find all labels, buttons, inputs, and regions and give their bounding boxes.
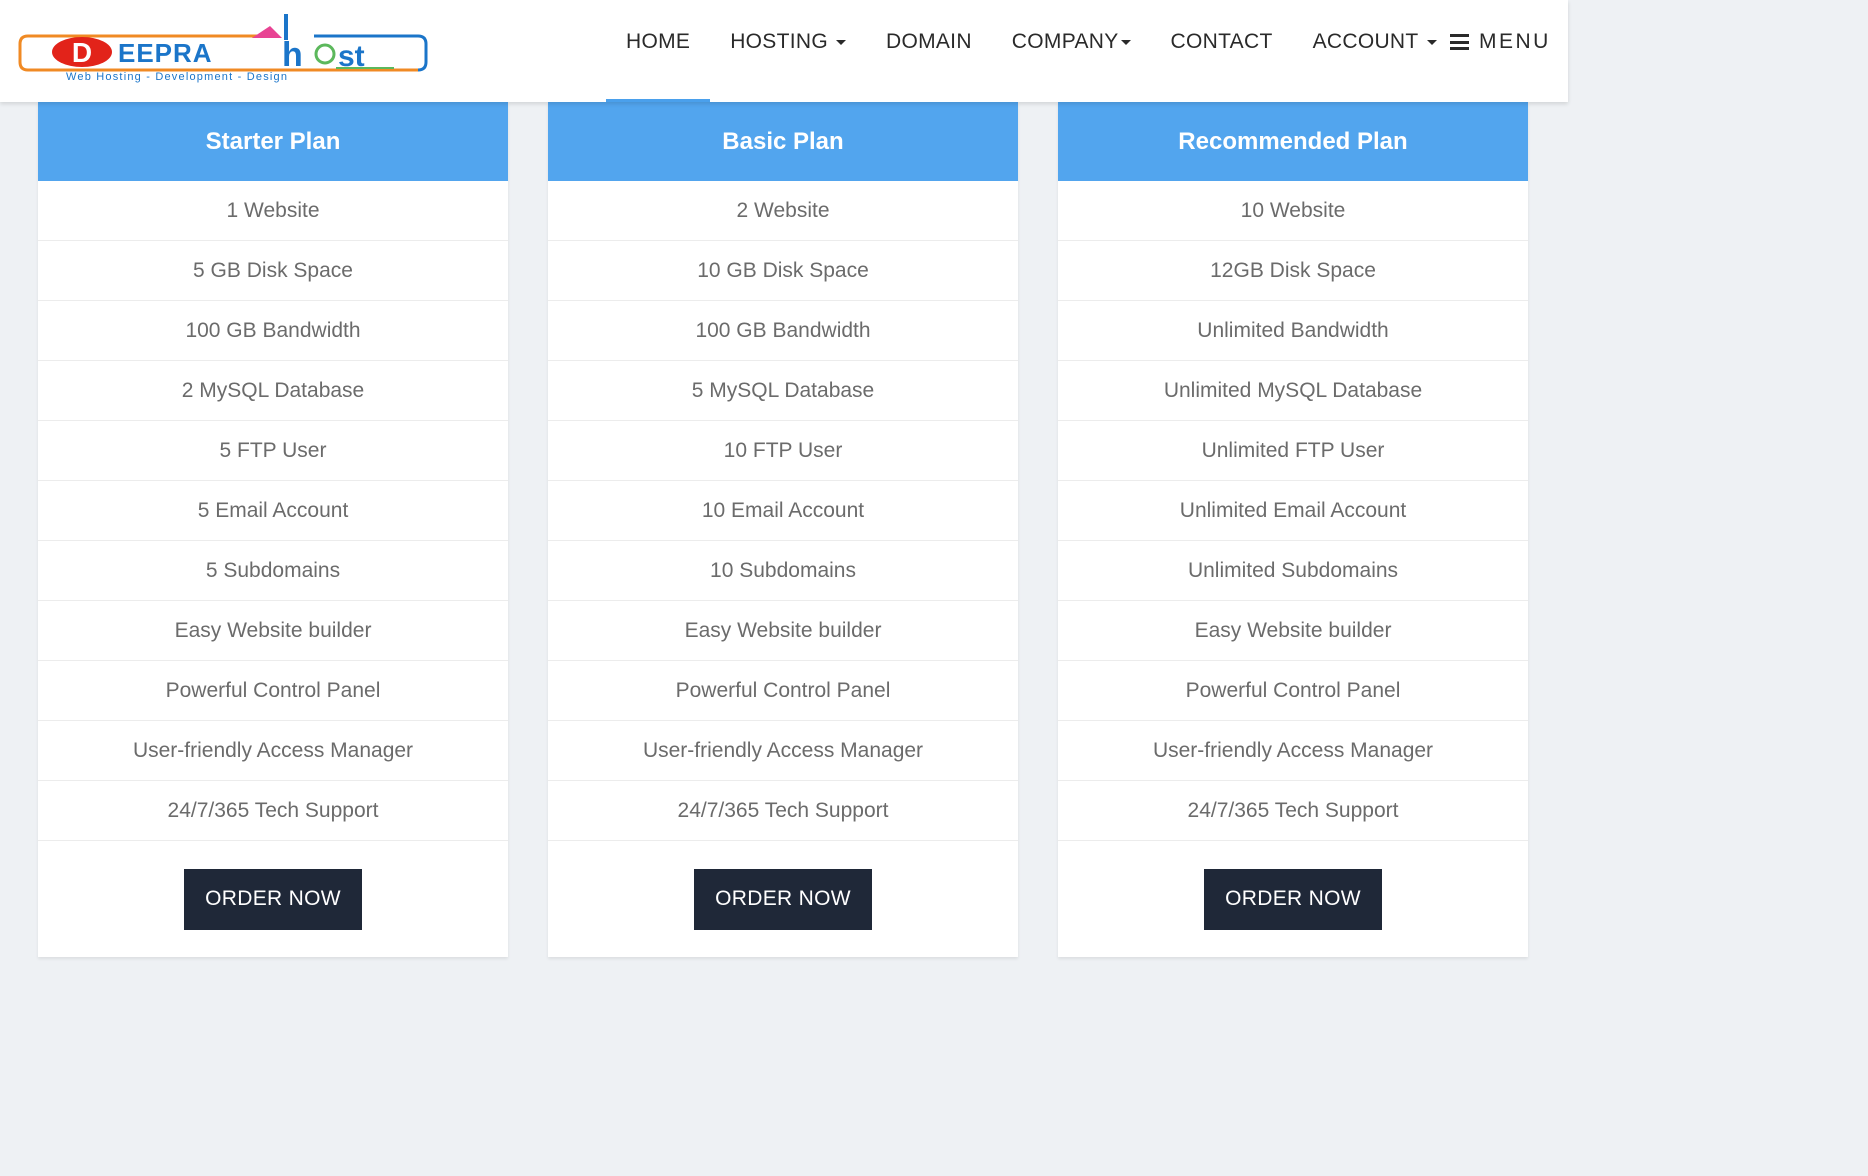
order-wrap: ORDER NOW: [1058, 841, 1528, 957]
caret-down-icon: [835, 39, 846, 45]
menu-label: MENU: [1479, 30, 1551, 53]
caret-down-icon: [1120, 39, 1131, 45]
plan-feature: 1 Website: [38, 181, 508, 241]
nav-home[interactable]: HOME: [606, 0, 711, 102]
plan-feature: 5 Email Account: [38, 481, 508, 541]
plan-feature: 2 Website: [548, 181, 1018, 241]
nav-hosting-label: HOSTING: [730, 30, 828, 53]
plan-feature: Unlimited Subdomains: [1058, 541, 1528, 601]
plan-feature: Unlimited MySQL Database: [1058, 361, 1528, 421]
plan-feature: Powerful Control Panel: [548, 661, 1018, 721]
plan-feature: 24/7/365 Tech Support: [1058, 781, 1528, 841]
logo-word: EEPRA: [118, 38, 213, 68]
plan-feature: Unlimited Email Account: [1058, 481, 1528, 541]
plan-feature: Easy Website builder: [1058, 601, 1528, 661]
order-now-button-recommended[interactable]: ORDER NOW: [1204, 868, 1382, 930]
nav-domain-label: DOMAIN: [885, 30, 972, 53]
plan-feature: 5 MySQL Database: [548, 361, 1018, 421]
plan-feature: Powerful Control Panel: [38, 661, 508, 721]
plan-title: Basic Plan: [548, 102, 1018, 181]
nav-company-label: COMPANY: [1011, 30, 1119, 53]
plan-feature: 10 Website: [1058, 181, 1528, 241]
nav-home-label: HOME: [626, 30, 691, 53]
plan-feature: 5 GB Disk Space: [38, 241, 508, 301]
plan-feature: Unlimited Bandwidth: [1058, 301, 1528, 361]
plan-title: Recommended Plan: [1058, 102, 1528, 181]
caret-down-icon: [1426, 39, 1437, 45]
plan-card-starter: Starter Plan 1 Website 5 GB Disk Space 1…: [38, 102, 508, 957]
plan-feature: User-friendly Access Manager: [548, 721, 1018, 781]
nav-account[interactable]: ACCOUNT: [1293, 0, 1457, 102]
nav-account-label: ACCOUNT: [1312, 30, 1419, 53]
plan-feature: User-friendly Access Manager: [38, 721, 508, 781]
main-nav: HOME HOSTING DOMAIN COMPANY CONTACT ACCO…: [606, 0, 1457, 102]
plan-feature: 100 GB Bandwidth: [38, 301, 508, 361]
plan-feature: 24/7/365 Tech Support: [38, 781, 508, 841]
hamburger-icon: [1450, 34, 1469, 50]
plan-card-basic: Basic Plan 2 Website 10 GB Disk Space 10…: [548, 102, 1018, 957]
plan-title: Starter Plan: [38, 102, 508, 181]
plan-feature: 2 MySQL Database: [38, 361, 508, 421]
plan-feature: 10 GB Disk Space: [548, 241, 1018, 301]
logo-letter-h: h: [282, 36, 303, 74]
order-wrap: ORDER NOW: [38, 841, 508, 957]
logo-graphic: D EEPRA h st Web Hosting - Development -…: [18, 14, 428, 83]
plan-feature: 10 FTP User: [548, 421, 1018, 481]
plan-feature: Easy Website builder: [548, 601, 1018, 661]
plan-feature: 5 Subdomains: [38, 541, 508, 601]
nav-contact[interactable]: CONTACT: [1151, 0, 1293, 102]
site-logo[interactable]: D EEPRA h st Web Hosting - Development -…: [14, 10, 434, 90]
logo-letter-d: D: [72, 37, 92, 68]
nav-domain[interactable]: DOMAIN: [866, 0, 992, 102]
plan-feature: 5 FTP User: [38, 421, 508, 481]
nav-contact-label: CONTACT: [1170, 30, 1273, 53]
plan-feature: 12GB Disk Space: [1058, 241, 1528, 301]
plan-feature: 100 GB Bandwidth: [548, 301, 1018, 361]
plan-feature: Unlimited FTP User: [1058, 421, 1528, 481]
order-now-button-starter[interactable]: ORDER NOW: [184, 868, 362, 930]
order-now-button-basic[interactable]: ORDER NOW: [694, 868, 872, 930]
plan-feature: Powerful Control Panel: [1058, 661, 1528, 721]
order-wrap: ORDER NOW: [548, 841, 1018, 957]
plan-card-recommended: Recommended Plan 10 Website 12GB Disk Sp…: [1058, 102, 1528, 957]
plan-feature: 10 Subdomains: [548, 541, 1018, 601]
logo-tagline: Web Hosting - Development - Design: [66, 71, 288, 83]
site-header: D EEPRA h st Web Hosting - Development -…: [0, 0, 1568, 102]
nav-company[interactable]: COMPANY: [992, 0, 1151, 102]
plan-feature: User-friendly Access Manager: [1058, 721, 1528, 781]
plan-feature: Easy Website builder: [38, 601, 508, 661]
nav-hosting[interactable]: HOSTING: [710, 0, 866, 102]
plan-feature: 24/7/365 Tech Support: [548, 781, 1018, 841]
plan-feature: 10 Email Account: [548, 481, 1018, 541]
menu-button[interactable]: MENU: [1450, 0, 1551, 102]
